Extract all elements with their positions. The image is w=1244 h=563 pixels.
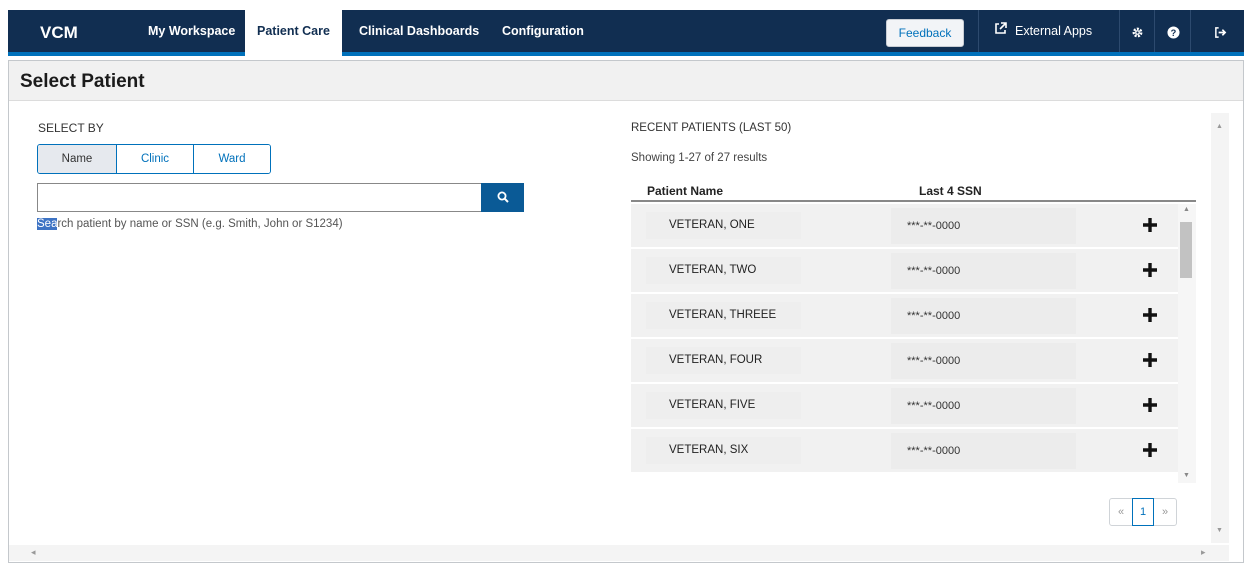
pagination: « 1 » [1109, 498, 1177, 526]
page-title: Select Patient [20, 71, 145, 92]
help-icon[interactable]: ? [1158, 10, 1188, 52]
external-link-icon [994, 10, 1007, 52]
scroll-right-arrow-icon[interactable]: ▸ [1201, 547, 1206, 558]
patient-name[interactable]: VETERAN, TWO [646, 257, 801, 284]
select-by-name-button[interactable]: Name [38, 145, 117, 173]
table-row: VETERAN, SIX ***-**-0000 [631, 429, 1178, 472]
add-icon[interactable] [1139, 349, 1161, 371]
table-row: VETERAN, FIVE ***-**-0000 [631, 384, 1178, 427]
add-icon[interactable] [1139, 259, 1161, 281]
select-by-ward-button[interactable]: Ward [194, 145, 270, 173]
pagination-prev[interactable]: « [1110, 499, 1132, 525]
search-hint-highlight: Sea [37, 218, 58, 230]
patient-search-input[interactable] [37, 183, 481, 212]
table-row: VETERAN, TWO ***-**-0000 [631, 249, 1178, 292]
logout-icon[interactable] [1205, 10, 1235, 52]
add-icon[interactable] [1139, 214, 1161, 236]
page-scrollbar[interactable]: ▲ ▼ [1211, 113, 1229, 543]
add-icon[interactable] [1139, 304, 1161, 326]
search-icon [497, 191, 509, 203]
list-scrollbar[interactable]: ▲ ▼ [1178, 204, 1196, 483]
column-patient-name: Patient Name [647, 184, 724, 198]
search-hint-text: rch patient by name or SSN (e.g. Smith, … [57, 218, 343, 230]
patient-ssn: ***-**-0000 [891, 433, 1076, 469]
search-hint: Search patient by name or SSN (e.g. Smit… [37, 218, 343, 230]
patient-name[interactable]: VETERAN, THREEE [646, 302, 801, 329]
svg-text:?: ? [1170, 28, 1176, 38]
gear-icon[interactable] [1122, 10, 1152, 52]
nav-divider [1154, 10, 1155, 52]
scroll-down-arrow-icon[interactable]: ▼ [1183, 472, 1190, 479]
table-row: VETERAN, THREEE ***-**-0000 [631, 294, 1178, 337]
patient-ssn: ***-**-0000 [891, 253, 1076, 289]
nav-divider [978, 10, 979, 52]
brand-logo[interactable]: VCM [40, 23, 78, 43]
patient-ssn: ***-**-0000 [891, 343, 1076, 379]
patient-name[interactable]: VETERAN, ONE [646, 212, 801, 239]
search-button[interactable] [481, 183, 524, 212]
recent-patients-table-header: Patient Name Last 4 SSN [631, 177, 1196, 202]
tab-configuration[interactable]: Configuration [490, 10, 596, 52]
horizontal-scrollbar[interactable]: ◂ ▸ [9, 545, 1229, 561]
patient-name[interactable]: VETERAN, FIVE [646, 392, 801, 419]
results-count: Showing 1-27 of 27 results [631, 152, 768, 164]
patient-name[interactable]: VETERAN, SIX [646, 437, 801, 464]
recent-patients-list: VETERAN, ONE ***-**-0000 VETERAN, TWO **… [631, 204, 1178, 483]
select-by-label: SELECT BY [38, 121, 104, 135]
tab-clinical-dashboards[interactable]: Clinical Dashboards [347, 10, 491, 52]
patient-ssn: ***-**-0000 [891, 208, 1076, 244]
scroll-up-arrow-icon[interactable]: ▲ [1216, 123, 1223, 130]
scroll-up-arrow-icon[interactable]: ▲ [1183, 206, 1190, 213]
patient-ssn: ***-**-0000 [891, 388, 1076, 424]
add-icon[interactable] [1139, 394, 1161, 416]
tab-patient-care[interactable]: Patient Care [245, 10, 342, 56]
patient-ssn: ***-**-0000 [891, 298, 1076, 334]
list-scrollbar-thumb[interactable] [1180, 222, 1192, 278]
column-last4-ssn: Last 4 SSN [919, 184, 982, 198]
select-by-toggle: Name Clinic Ward [37, 144, 271, 174]
feedback-button[interactable]: Feedback [886, 19, 964, 47]
external-apps-link[interactable]: External Apps [994, 10, 1092, 52]
page-header: Select Patient [9, 61, 1243, 101]
scroll-left-arrow-icon[interactable]: ◂ [31, 547, 36, 558]
tab-my-workspace[interactable]: My Workspace [136, 10, 247, 52]
table-row: VETERAN, ONE ***-**-0000 [631, 204, 1178, 247]
table-row: VETERAN, FOUR ***-**-0000 [631, 339, 1178, 382]
select-by-clinic-button[interactable]: Clinic [117, 145, 194, 173]
nav-divider [1119, 10, 1120, 52]
scroll-down-arrow-icon[interactable]: ▼ [1216, 527, 1223, 534]
patient-name[interactable]: VETERAN, FOUR [646, 347, 801, 374]
external-apps-label: External Apps [1015, 24, 1093, 38]
select-patient-page: Select Patient SELECT BY Name Clinic War… [8, 60, 1244, 563]
pagination-next[interactable]: » [1154, 499, 1176, 525]
pagination-page-current[interactable]: 1 [1132, 498, 1154, 526]
recent-patients-title: RECENT PATIENTS (LAST 50) [631, 122, 792, 134]
top-navigation: VCM My Workspace Patient Care Clinical D… [8, 10, 1244, 56]
nav-divider [1190, 10, 1191, 52]
add-icon[interactable] [1139, 439, 1161, 461]
